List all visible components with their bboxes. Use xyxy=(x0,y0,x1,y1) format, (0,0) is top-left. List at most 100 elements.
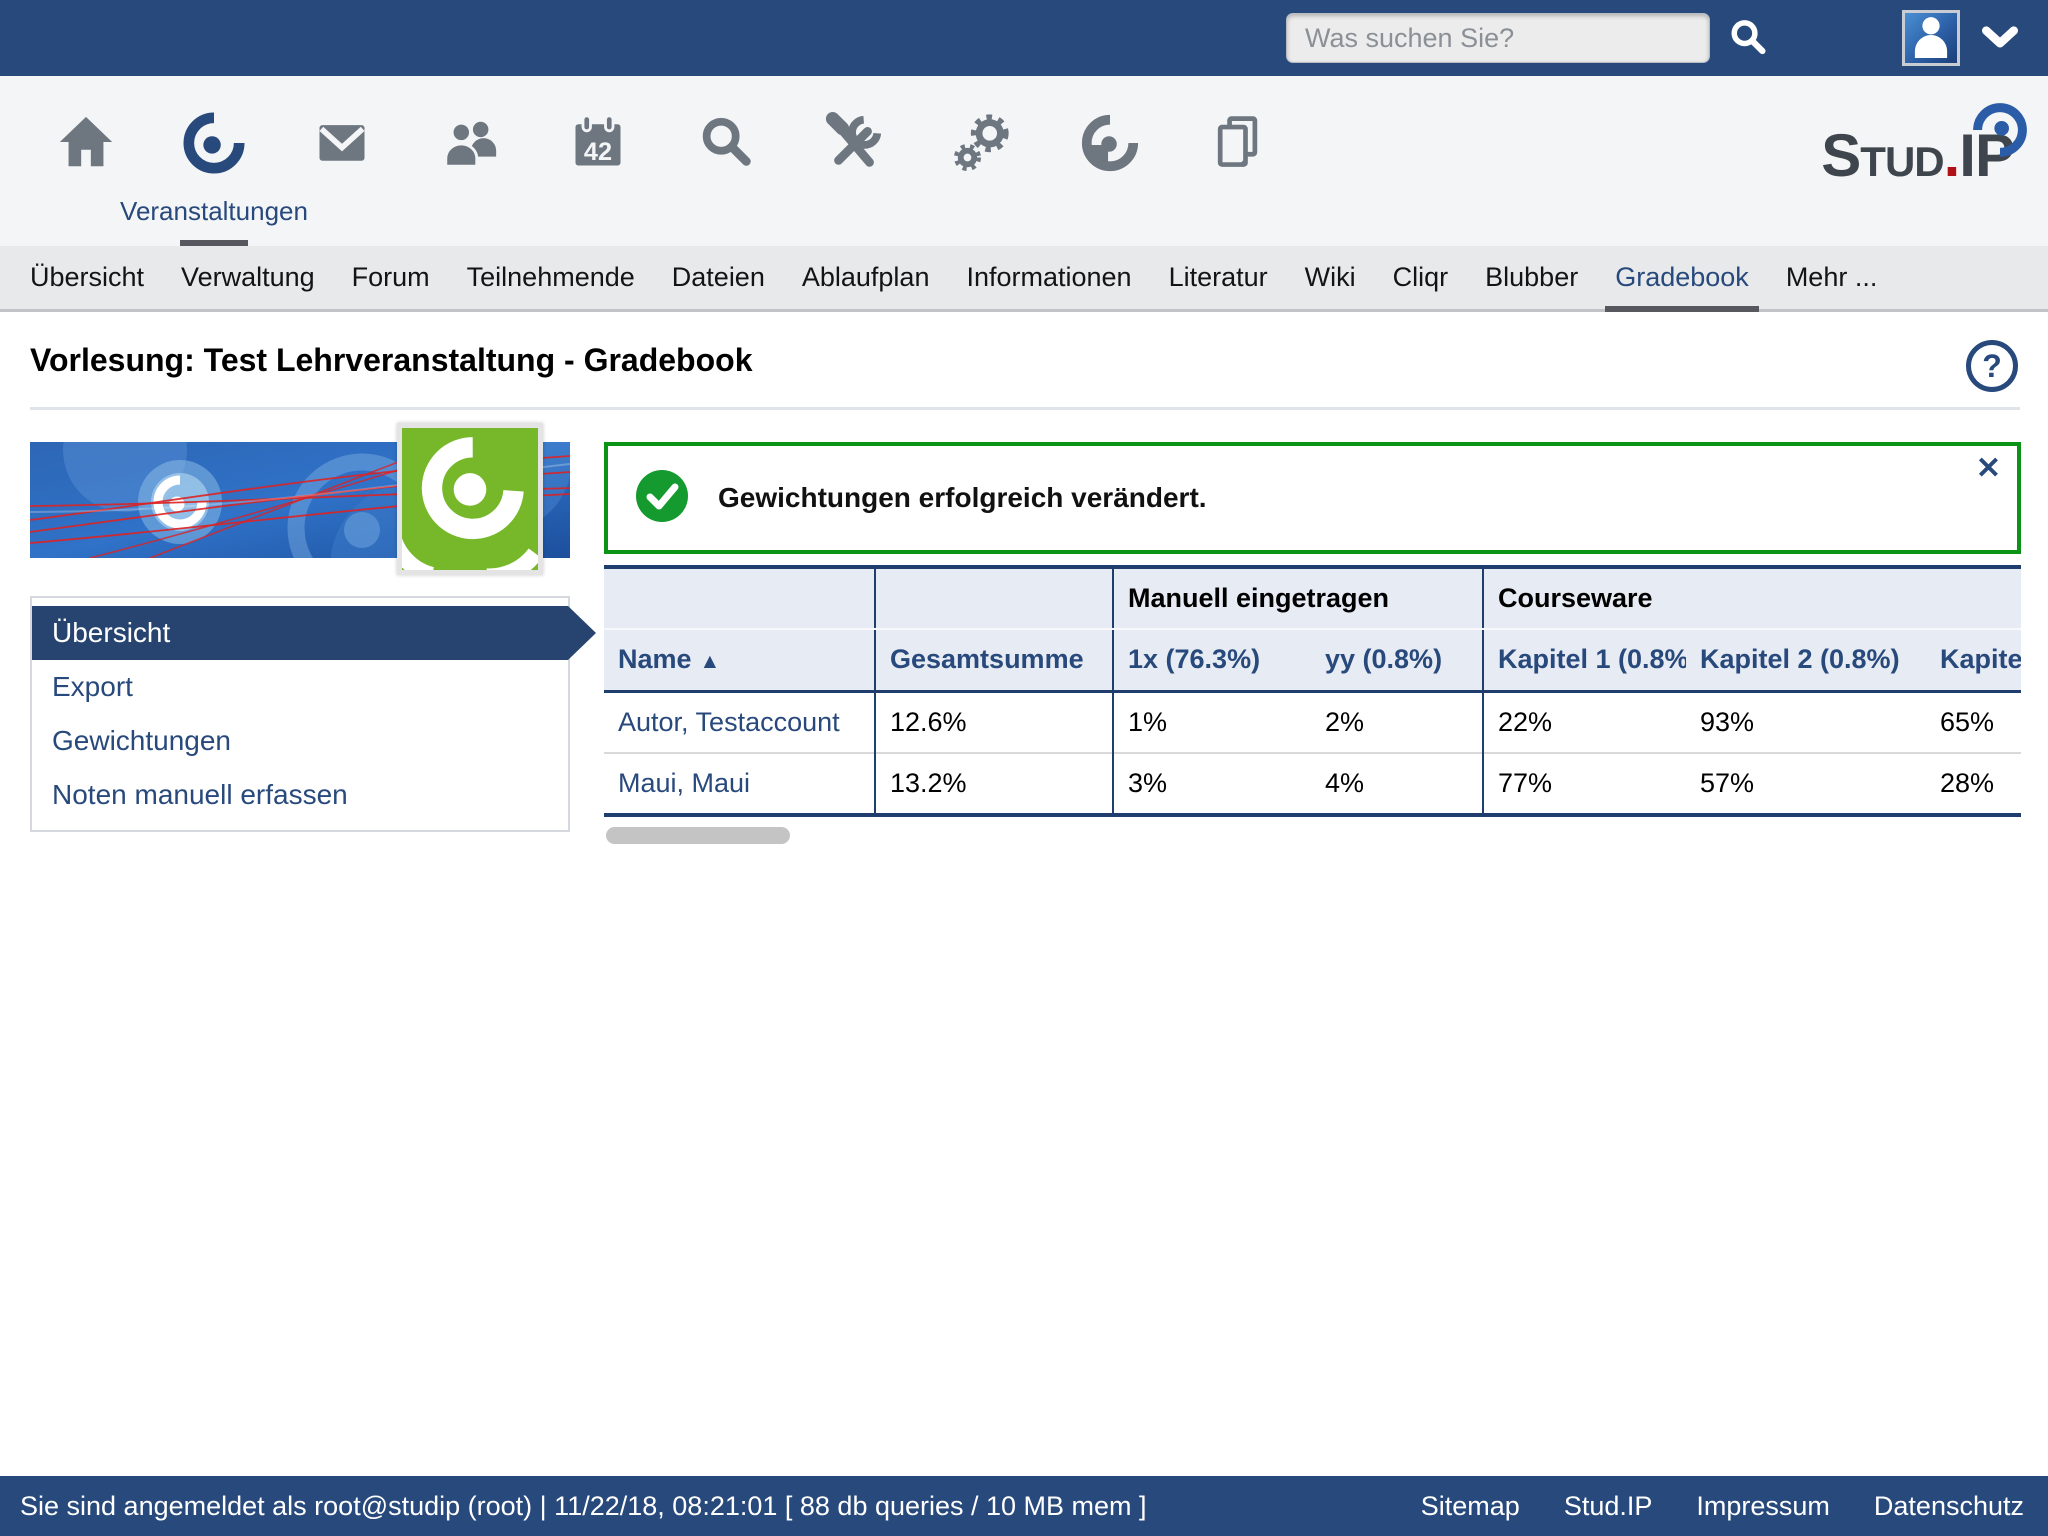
tab-verwaltung[interactable]: Verwaltung xyxy=(181,246,315,309)
column-header-yy[interactable]: yy (0.8%) xyxy=(1311,629,1483,691)
community-icon xyxy=(439,112,501,174)
group-header-empty-2 xyxy=(875,567,1113,629)
title-divider xyxy=(30,407,2020,410)
user-avatar[interactable] xyxy=(1902,10,1960,66)
close-icon[interactable]: ✕ xyxy=(1976,454,2001,484)
sidebar-item-gewichtungen[interactable]: Gewichtungen xyxy=(32,714,568,768)
cell-kapitel2: 57% xyxy=(1686,753,1926,815)
course-avatar xyxy=(397,423,543,575)
chevron-down-icon xyxy=(1982,37,2018,54)
tab-dateien[interactable]: Dateien xyxy=(672,246,765,309)
nav-pages[interactable] xyxy=(1174,112,1302,242)
tools-icon xyxy=(823,112,885,174)
footer-link-impressum[interactable]: Impressum xyxy=(1696,1491,1830,1522)
main-panel: Gewichtungen erfolgreich verändert. ✕ Ma… xyxy=(604,442,2021,844)
nav-tools[interactable] xyxy=(790,112,918,242)
search-submit-button[interactable] xyxy=(1726,16,1770,60)
group-header-empty-1 xyxy=(604,567,875,629)
tab-blubber[interactable]: Blubber xyxy=(1485,246,1578,309)
nav-admin[interactable] xyxy=(918,112,1046,242)
student-name-link[interactable]: Maui, Maui xyxy=(604,753,875,815)
course-tab-nav: Übersicht Verwaltung Forum Teilnehmende … xyxy=(0,246,2048,312)
pages-icon xyxy=(1208,112,1268,174)
tab-teilnehmende[interactable]: Teilnehmende xyxy=(467,246,635,309)
global-search xyxy=(1286,13,1770,63)
search-input[interactable] xyxy=(1286,13,1710,63)
svg-text:42: 42 xyxy=(584,138,612,166)
calendar-icon: 42 xyxy=(568,112,628,174)
tab-gradebook[interactable]: Gradebook xyxy=(1615,246,1749,309)
nav-veranstaltungen[interactable]: Veranstaltungen xyxy=(150,112,278,242)
tab-literatur[interactable]: Literatur xyxy=(1169,246,1268,309)
cell-yy: 4% xyxy=(1311,753,1483,815)
tab-wiki[interactable]: Wiki xyxy=(1305,246,1356,309)
seminar-swirl-icon xyxy=(183,112,245,174)
cell-kapitel3: 28% xyxy=(1926,753,2021,815)
sidebar-item-export[interactable]: Export xyxy=(32,660,568,714)
cell-yy: 2% xyxy=(1311,691,1483,753)
footer: Sie sind angemeldet als root@studip (roo… xyxy=(0,1476,2048,1536)
sidebar-item-noten-manuell[interactable]: Noten manuell erfassen xyxy=(32,768,568,822)
search-icon xyxy=(1726,48,1770,63)
sidebar-item-uebersicht[interactable]: Übersicht xyxy=(32,606,568,660)
content-area: Vorlesung: Test Lehrveranstaltung - Grad… xyxy=(0,312,2048,1476)
person-icon xyxy=(1908,12,1954,63)
course-banner-image xyxy=(30,442,570,558)
admin-gears-icon xyxy=(951,112,1013,174)
user-menu-toggle[interactable] xyxy=(1982,26,2018,55)
cell-kapitel1: 22% xyxy=(1483,691,1686,753)
login-status-text: Sie sind angemeldet als root@studip (roo… xyxy=(20,1491,1147,1522)
footer-links: Sitemap Stud.IP Impressum Datenschutz xyxy=(1421,1491,2024,1522)
help-icon[interactable]: ? xyxy=(1966,340,2018,392)
sort-asc-icon: ▲ xyxy=(700,650,721,673)
column-header-kapitel3[interactable]: Kapitel 3 xyxy=(1926,629,2021,691)
cell-gesamtsumme: 12.6% xyxy=(875,691,1113,753)
column-header-name[interactable]: Name▲ xyxy=(604,629,875,691)
table-row: Maui, Maui 13.2% 3% 4% 77% 57% 28% xyxy=(604,753,2021,815)
tour-swirl-icon xyxy=(1079,112,1141,174)
cell-gesamtsumme: 13.2% xyxy=(875,753,1113,815)
success-message-text: Gewichtungen erfolgreich verändert. xyxy=(718,482,1207,514)
tab-mehr[interactable]: Mehr ... xyxy=(1786,246,1878,309)
home-icon xyxy=(55,112,117,174)
studip-logo-swirl-icon xyxy=(1972,102,2028,163)
search-icon xyxy=(695,112,757,174)
success-message: Gewichtungen erfolgreich verändert. ✕ xyxy=(604,442,2021,554)
sidebar-nav: Übersicht Export Gewichtungen Noten manu… xyxy=(30,596,570,832)
footer-link-datenschutz[interactable]: Datenschutz xyxy=(1874,1491,2024,1522)
tab-uebersicht[interactable]: Übersicht xyxy=(30,246,144,309)
cell-1x: 3% xyxy=(1113,753,1311,815)
nav-community[interactable] xyxy=(406,112,534,242)
nav-tour[interactable] xyxy=(1046,112,1174,242)
column-header-kapitel2[interactable]: Kapitel 2 (0.8%) xyxy=(1686,629,1926,691)
footer-link-studip[interactable]: Stud.IP xyxy=(1564,1491,1653,1522)
gradebook-table-container: Manuell eingetragen Courseware Name▲ Ges… xyxy=(604,565,2021,817)
topbar xyxy=(0,0,2048,76)
student-name-link[interactable]: Autor, Testaccount xyxy=(604,691,875,753)
group-header-courseware: Courseware xyxy=(1483,567,2021,629)
mail-icon xyxy=(312,112,372,172)
nav-calendar[interactable]: 42 xyxy=(534,112,662,242)
tab-forum[interactable]: Forum xyxy=(352,246,430,309)
group-header-manuell: Manuell eingetragen xyxy=(1113,567,1483,629)
table-row: Autor, Testaccount 12.6% 1% 2% 22% 93% 6… xyxy=(604,691,2021,753)
tab-cliqr[interactable]: Cliqr xyxy=(1393,246,1449,309)
sidebar: Übersicht Export Gewichtungen Noten manu… xyxy=(30,442,570,844)
studip-logo[interactable]: Stud.IP xyxy=(1821,126,2014,186)
footer-link-sitemap[interactable]: Sitemap xyxy=(1421,1491,1520,1522)
cell-kapitel2: 93% xyxy=(1686,691,1926,753)
column-header-1x[interactable]: 1x (76.3%) xyxy=(1113,629,1311,691)
cell-kapitel1: 77% xyxy=(1483,753,1686,815)
gradebook-table: Manuell eingetragen Courseware Name▲ Ges… xyxy=(604,565,2021,817)
nav-messages[interactable] xyxy=(278,112,406,242)
column-header-gesamtsumme[interactable]: Gesamtsumme xyxy=(875,629,1113,691)
cell-kapitel3: 65% xyxy=(1926,691,2021,753)
success-check-icon xyxy=(636,470,688,527)
cell-1x: 1% xyxy=(1113,691,1311,753)
tab-ablaufplan[interactable]: Ablaufplan xyxy=(802,246,930,309)
nav-search[interactable] xyxy=(662,112,790,242)
main-icon-nav: Veranstaltungen xyxy=(0,76,2048,246)
horizontal-scrollbar-thumb[interactable] xyxy=(606,827,790,844)
tab-informationen[interactable]: Informationen xyxy=(966,246,1131,309)
column-header-kapitel1[interactable]: Kapitel 1 (0.8%) xyxy=(1483,629,1686,691)
